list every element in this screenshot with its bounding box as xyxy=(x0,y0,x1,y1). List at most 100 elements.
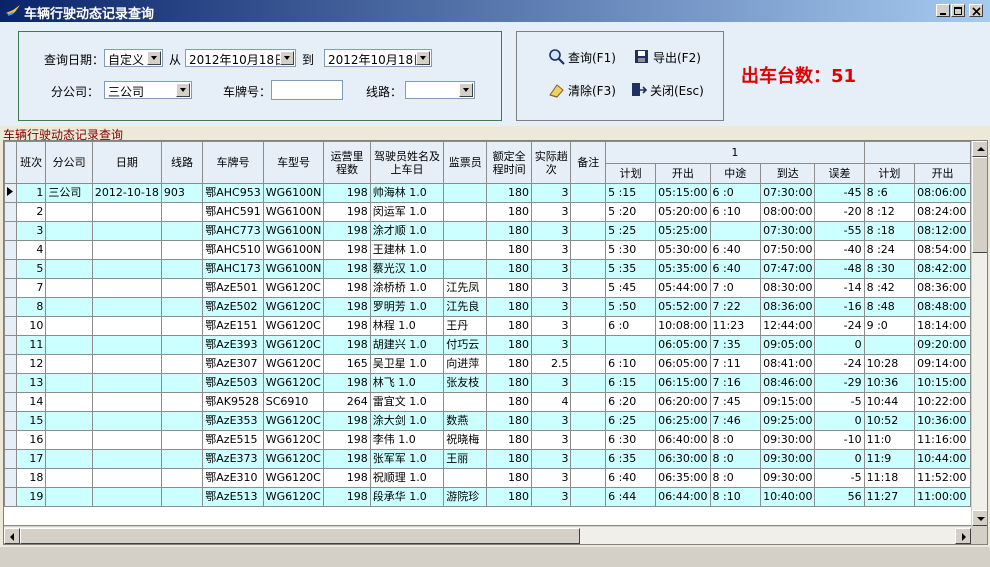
cell-mileage[interactable]: 198 xyxy=(323,411,371,431)
cell-seq[interactable]: 17 xyxy=(15,449,47,469)
cell-mileage[interactable]: 198 xyxy=(323,430,371,450)
cell-depart2[interactable]: 09:14:00 xyxy=(914,354,971,374)
cell-plan[interactable]: 6 :20 xyxy=(605,392,657,412)
cell-arrive[interactable]: 09:30:00 xyxy=(760,430,816,450)
cell-model[interactable]: WG6120C xyxy=(262,297,325,317)
row-indicator[interactable] xyxy=(4,240,17,260)
cell-remark[interactable] xyxy=(570,354,607,374)
cell-route[interactable] xyxy=(160,278,204,298)
cell-company[interactable] xyxy=(45,392,93,412)
cell-seq[interactable]: 10 xyxy=(15,316,47,336)
table-row[interactable]: 1 三公司 2012-10-18 903 鄂AHC953 WG6100N 198 帅海林 1.… xyxy=(4,183,971,203)
cell-depart[interactable]: 06:05:00 xyxy=(655,354,711,374)
cell-depart2[interactable]: 09:20:00 xyxy=(914,335,971,355)
cell-remark[interactable] xyxy=(570,487,607,507)
vertical-scroll-thumb[interactable] xyxy=(972,157,987,253)
cell-error[interactable]: -40 xyxy=(814,240,865,260)
table-row[interactable]: 8 鄂AzE502 WG6120C 198 罗明芳 1.0 江先良 180 3 5 :50 05:… xyxy=(4,297,971,317)
cell-arrive[interactable]: 09:25:00 xyxy=(760,411,816,431)
cell-arrive[interactable]: 10:40:00 xyxy=(760,487,816,507)
cell-plan[interactable] xyxy=(605,335,657,355)
cell-mid[interactable]: 8 :0 xyxy=(709,449,762,469)
cell-depart[interactable]: 06:15:00 xyxy=(655,373,711,393)
cell-route[interactable] xyxy=(160,259,204,279)
cell-plate[interactable]: 鄂AHC591 xyxy=(202,202,264,222)
cell-model[interactable]: WG6120C xyxy=(262,449,325,469)
row-indicator[interactable] xyxy=(4,354,17,374)
cell-depart[interactable]: 05:52:00 xyxy=(655,297,711,317)
cell-model[interactable]: WG6120C xyxy=(262,335,325,355)
table-row[interactable]: 19 鄂AzE513 WG6120C 198 段承华 1.0 游院珍 180 3 6 :44 06… xyxy=(4,487,971,507)
cell-plate[interactable]: 鄂AzE503 xyxy=(202,373,264,393)
cell-mid[interactable]: 7 :11 xyxy=(709,354,762,374)
cell-plate[interactable]: 鄂AzE373 xyxy=(202,449,264,469)
cell-plan[interactable]: 5 :50 xyxy=(605,297,657,317)
cell-arrive[interactable]: 08:36:00 xyxy=(760,297,816,317)
row-indicator[interactable] xyxy=(4,411,17,431)
cell-mid[interactable]: 7 :45 xyxy=(709,392,762,412)
cell-rated[interactable]: 180 xyxy=(486,411,532,431)
table-row[interactable]: 3 鄂AHC773 WG6100N 198 涂才顺 1.0 180 3 5 :25 05:25:… xyxy=(4,221,971,241)
cell-model[interactable]: WG6100N xyxy=(262,259,325,279)
cell-seq[interactable]: 8 xyxy=(15,297,47,317)
close-window-button[interactable] xyxy=(969,4,983,17)
cell-remark[interactable] xyxy=(570,468,607,488)
cell-date[interactable] xyxy=(91,259,162,279)
table-row[interactable]: 16 鄂AzE515 WG6120C 198 李伟 1.0 祝晓梅 180 3 6 :30 06:… xyxy=(4,430,971,450)
cell-rated[interactable]: 180 xyxy=(486,354,532,374)
row-indicator[interactable] xyxy=(4,487,17,507)
cell-trips[interactable]: 2.5 xyxy=(530,354,572,374)
cell-plan2[interactable]: 8 :42 xyxy=(863,278,916,298)
col-header-remark[interactable]: 备注 xyxy=(570,141,607,184)
cell-mileage[interactable]: 198 xyxy=(323,373,371,393)
cell-rated[interactable]: 180 xyxy=(486,221,532,241)
cell-inspector[interactable] xyxy=(443,468,488,488)
row-indicator[interactable] xyxy=(4,202,17,222)
cell-route[interactable] xyxy=(160,354,204,374)
cell-seq[interactable]: 18 xyxy=(15,468,47,488)
cell-remark[interactable] xyxy=(570,392,607,412)
cell-plan2[interactable]: 10:28 xyxy=(863,354,916,374)
cell-plate[interactable]: 鄂AHC510 xyxy=(202,240,264,260)
table-row[interactable]: 18 鄂AzE310 WG6120C 198 祝顺理 1.0 180 3 6 :40 06:35… xyxy=(4,468,971,488)
cell-seq[interactable]: 12 xyxy=(15,354,47,374)
cell-inspector[interactable]: 张友枝 xyxy=(443,373,488,393)
cell-arrive[interactable]: 12:44:00 xyxy=(760,316,816,336)
cell-company[interactable] xyxy=(45,259,93,279)
cell-depart2[interactable]: 08:54:00 xyxy=(914,240,971,260)
table-row[interactable]: 14 鄂AK9528 SC6910 264 雷宜文 1.0 180 4 6 :20 06:20:… xyxy=(4,392,971,412)
cell-driver[interactable]: 雷宜文 1.0 xyxy=(369,392,445,412)
cell-seq[interactable]: 5 xyxy=(15,259,47,279)
table-row[interactable]: 7 鄂AzE501 WG6120C 198 涂桥桥 1.0 江先凤 180 3 5 :45 05:… xyxy=(4,278,971,298)
cell-seq[interactable]: 19 xyxy=(15,487,47,507)
cell-depart2[interactable]: 18:14:00 xyxy=(914,316,971,336)
cell-company[interactable] xyxy=(45,221,93,241)
cell-model[interactable]: WG6120C xyxy=(262,468,325,488)
cell-driver[interactable]: 罗明芳 1.0 xyxy=(369,297,445,317)
cell-depart[interactable]: 05:20:00 xyxy=(655,202,711,222)
cell-inspector[interactable] xyxy=(443,259,488,279)
cell-plan[interactable]: 6 :0 xyxy=(605,316,657,336)
cell-inspector[interactable]: 江先凤 xyxy=(443,278,488,298)
table-row[interactable]: 13 鄂AzE503 WG6120C 198 林飞 1.0 张友枝 180 3 6 :15 06:… xyxy=(4,373,971,393)
cell-mid[interactable]: 8 :0 xyxy=(709,430,762,450)
cell-seq[interactable]: 4 xyxy=(15,240,47,260)
cell-trips[interactable]: 3 xyxy=(530,411,572,431)
cell-seq[interactable]: 13 xyxy=(15,373,47,393)
cell-mileage[interactable]: 198 xyxy=(323,183,371,203)
cell-company[interactable] xyxy=(45,468,93,488)
cell-driver[interactable]: 王建林 1.0 xyxy=(369,240,445,260)
cell-plate[interactable]: 鄂AzE513 xyxy=(202,487,264,507)
cell-route[interactable] xyxy=(160,430,204,450)
cell-date[interactable] xyxy=(91,468,162,488)
row-indicator[interactable] xyxy=(4,316,17,336)
cell-plan2[interactable]: 8 :18 xyxy=(863,221,916,241)
cell-trips[interactable]: 3 xyxy=(530,335,572,355)
cell-date[interactable] xyxy=(91,316,162,336)
col-header-driver[interactable]: 驾驶员姓名及上车日 xyxy=(369,141,445,184)
cell-plan2[interactable]: 11:18 xyxy=(863,468,916,488)
cell-remark[interactable] xyxy=(570,411,607,431)
cell-remark[interactable] xyxy=(570,449,607,469)
cell-arrive[interactable]: 07:30:00 xyxy=(760,221,816,241)
row-indicator[interactable] xyxy=(4,259,17,279)
